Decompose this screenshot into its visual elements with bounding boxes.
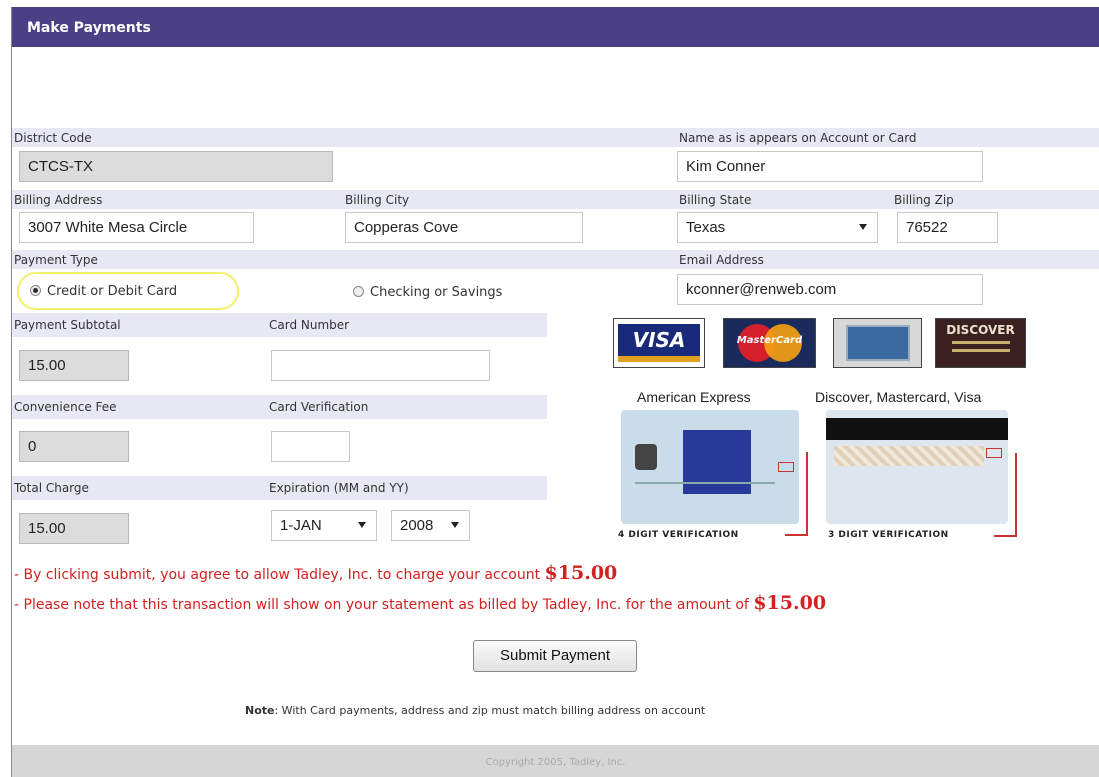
amex-verification-caption: 4 DIGIT VERIFICATION [618, 530, 739, 540]
payment-subtotal-field: 15.00 [19, 350, 129, 381]
statement-notice-text: - Please note that this transaction will… [14, 597, 749, 613]
radio-unchecked-icon [353, 286, 364, 297]
signature-strip [834, 446, 984, 466]
radio-checking-savings[interactable]: Checking or Savings [353, 285, 502, 300]
discover-text: DISCOVER [946, 323, 1015, 337]
page-title: Make Payments [27, 20, 151, 36]
email-label: Email Address [679, 253, 764, 267]
exp-month-value: 1-JAN [280, 517, 322, 534]
billing-state-select[interactable]: Texas [677, 212, 878, 243]
label-band-payment-type [12, 250, 1099, 269]
verif-line [785, 534, 807, 536]
card-verification-input[interactable] [271, 431, 350, 462]
card-hologram [683, 430, 751, 494]
radio-credit-debit[interactable]: Credit or Debit Card [30, 284, 177, 299]
exp-month-select[interactable]: 1-JAN [271, 510, 377, 541]
note-text: Note: With Card payments, address and zi… [245, 704, 705, 717]
submit-payment-button[interactable]: Submit Payment [473, 640, 637, 672]
verif-line [806, 452, 808, 536]
billing-city-label: Billing City [345, 193, 410, 207]
mastercard-text: MasterCard [736, 335, 803, 346]
authorization-notice: - By clicking submit, you agree to allow… [14, 562, 617, 584]
amex-mark [846, 325, 910, 361]
exp-year-select[interactable]: 2008 [391, 510, 470, 541]
chevron-down-icon [451, 522, 459, 528]
radio-credit-debit-label: Credit or Debit Card [47, 284, 178, 299]
card-number-label: Card Number [269, 318, 350, 332]
magnetic-stripe [826, 418, 1008, 440]
note-label: Note [245, 704, 275, 717]
total-charge-label: Total Charge [14, 481, 89, 495]
billing-zip-input[interactable]: 76522 [897, 212, 998, 243]
amex-card-front-image [621, 410, 799, 524]
name-on-card-label: Name as is appears on Account or Card [679, 131, 917, 145]
convenience-fee-label: Convenience Fee [14, 400, 117, 414]
payment-page: Make Payments District Code Name as is a… [0, 0, 1099, 777]
radio-checking-savings-label: Checking or Savings [370, 285, 503, 300]
discover-stripe [952, 349, 1010, 352]
card-number-line [635, 482, 775, 484]
mastercard-logo: MasterCard [723, 318, 816, 368]
page-border [11, 7, 12, 777]
card-number-input[interactable] [271, 350, 490, 381]
payment-type-label: Payment Type [14, 253, 98, 267]
billing-address-label: Billing Address [14, 193, 103, 207]
discover-logo: DISCOVER [935, 318, 1026, 368]
expiration-label: Expiration (MM and YY) [269, 481, 409, 495]
visa-logo: VISA [613, 318, 705, 368]
convenience-fee-field: 0 [19, 431, 129, 462]
amex-caption: American Express [637, 389, 751, 405]
district-code-label: District Code [14, 131, 92, 145]
total-charge-field: 15.00 [19, 513, 129, 544]
billing-state-value: Texas [686, 219, 726, 236]
note-body: : With Card payments, address and zip mu… [274, 704, 706, 717]
billing-state-label: Billing State [679, 193, 752, 207]
statement-amount: $15.00 [753, 592, 827, 614]
authorization-notice-text: - By clicking submit, you agree to allow… [14, 567, 541, 583]
amex-logo [833, 318, 922, 368]
radio-checked-icon [30, 285, 41, 296]
card-verification-label: Card Verification [269, 400, 369, 414]
billing-address-input[interactable]: 3007 White Mesa Circle [19, 212, 254, 243]
card-back-image [826, 410, 1008, 524]
header-bar: Make Payments [12, 7, 1099, 47]
name-on-card-input[interactable]: Kim Conner [677, 151, 983, 182]
cvv-highlight-box [778, 462, 794, 472]
chip-icon [635, 444, 657, 470]
statement-notice: - Please note that this transaction will… [14, 592, 826, 614]
visa-mark: VISA [618, 324, 700, 362]
chevron-down-icon [859, 224, 867, 230]
verif-line [1015, 453, 1017, 537]
chevron-down-icon [358, 522, 366, 528]
others-caption: Discover, Mastercard, Visa [815, 389, 982, 405]
billing-zip-label: Billing Zip [894, 193, 954, 207]
footer-bar: Copyright 2005, Tadley, Inc. [12, 745, 1099, 777]
payment-subtotal-label: Payment Subtotal [14, 318, 121, 332]
cvv-highlight-box [986, 448, 1002, 458]
district-code-field[interactable]: CTCS-TX [19, 151, 333, 182]
exp-year-value: 2008 [400, 517, 434, 534]
discover-stripe [952, 341, 1010, 344]
billing-city-input[interactable]: Copperas Cove [345, 212, 583, 243]
email-input[interactable]: kconner@renweb.com [677, 274, 983, 305]
verif-line [994, 535, 1016, 537]
label-band-district [12, 128, 1099, 147]
authorization-amount: $15.00 [544, 562, 618, 584]
copyright-text: Copyright 2005, Tadley, Inc. [485, 757, 626, 768]
others-verification-caption: 3 DIGIT VERIFICATION [828, 530, 949, 540]
